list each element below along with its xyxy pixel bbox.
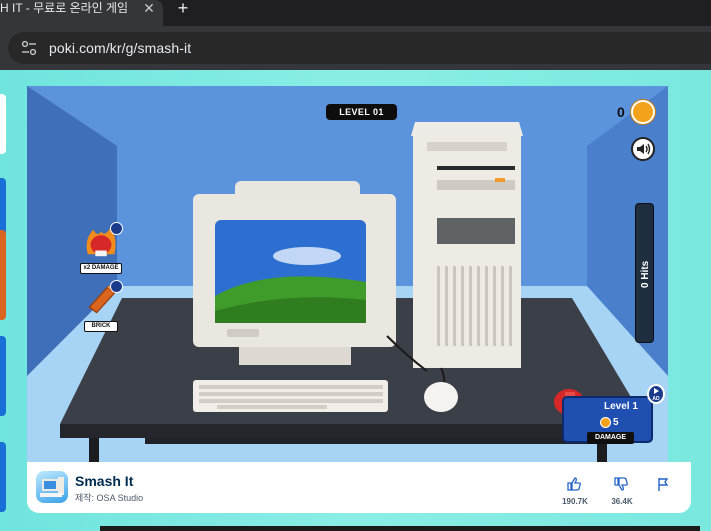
tower-top	[411, 122, 523, 136]
ad-play-icon	[110, 280, 123, 293]
game-author: 제작: OSA Studio	[75, 493, 144, 503]
sidebar-card[interactable]	[0, 442, 6, 512]
powerup-brick[interactable]: BRICK	[82, 280, 123, 334]
thumbs-down-icon	[614, 477, 628, 491]
url-text: poki.com/kr/g/smash-it	[49, 40, 192, 56]
screen-cloud	[273, 247, 341, 265]
desk-edge	[60, 424, 647, 438]
sound-button[interactable]	[631, 137, 655, 161]
thumbs-up-icon	[567, 477, 581, 491]
hits-meter: 0 Hits	[635, 203, 654, 343]
sidebar-card[interactable]	[0, 94, 6, 154]
sidebar-card[interactable]	[0, 336, 6, 416]
hits-label: 0 Hits	[640, 260, 651, 288]
level-indicator: LEVEL 01	[326, 104, 397, 120]
coin-count: 0	[617, 104, 625, 120]
coin-icon	[631, 100, 655, 124]
site-info-icon[interactable]	[20, 40, 38, 56]
ad-label: AD	[652, 396, 660, 402]
drive-light	[495, 178, 505, 182]
dislike-count: 36.4K	[611, 497, 633, 506]
monitor-button	[227, 329, 259, 337]
desk-leg	[89, 438, 99, 462]
play-icon	[654, 388, 659, 394]
browser-tab-strip: H IT - 무료로 온라인 게임 ✕ +	[0, 0, 711, 26]
browser-toolbar: poki.com/kr/g/smash-it	[0, 26, 711, 70]
bottom-strip	[100, 526, 700, 531]
desk-brace	[145, 438, 605, 444]
damage-upgrade-button[interactable]: Level 1 5 DAMAGE	[562, 396, 653, 444]
mouse	[424, 382, 458, 412]
coin-icon	[600, 417, 611, 428]
damage-level: Level 1	[604, 401, 638, 412]
flag-icon	[658, 478, 669, 491]
game-canvas[interactable]: LEVEL 01 0 0 Hits x2 DAMAGE BRICK Level …	[27, 86, 668, 462]
game-thumbnail	[36, 471, 68, 503]
damage-cost: 5	[613, 417, 619, 428]
ad-badge[interactable]: AD	[647, 384, 665, 404]
drive-slot	[437, 166, 515, 170]
computer-thumbnail-icon	[40, 477, 64, 497]
game-info-bar: Smash It 제작: OSA Studio 190.7K 36.4K	[27, 462, 691, 513]
tower-panel	[437, 218, 515, 244]
ad-play-icon	[110, 222, 123, 235]
powerup-label: BRICK	[84, 321, 118, 332]
tab-title: H IT - 무료로 온라인 게임	[0, 1, 129, 15]
like-count: 190.7K	[562, 497, 588, 506]
new-tab-button[interactable]: +	[172, 0, 194, 18]
speaker-icon	[637, 143, 651, 155]
browser-tab[interactable]: H IT - 무료로 온라인 게임 ✕	[0, 0, 163, 26]
tower-bay	[427, 142, 507, 151]
tab-close-icon[interactable]: ✕	[141, 0, 157, 16]
address-bar[interactable]: poki.com/kr/g/smash-it	[8, 32, 711, 64]
powerup-label: x2 DAMAGE	[80, 263, 122, 274]
damage-label: DAMAGE	[587, 432, 634, 444]
game-title: Smash It	[75, 473, 134, 489]
monitor-stand	[239, 347, 351, 365]
sidebar-card[interactable]	[0, 230, 6, 320]
powerup-x2-damage[interactable]: x2 DAMAGE	[80, 222, 123, 278]
